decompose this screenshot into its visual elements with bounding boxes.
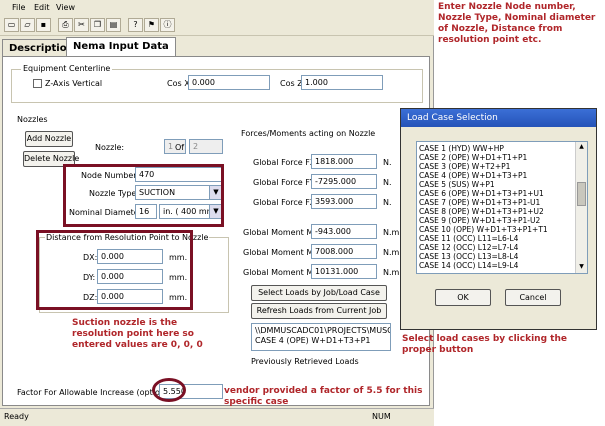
moment-mz-input[interactable]: 10131.000 [311, 264, 377, 279]
list-item[interactable]: CASE 11 (OCC) L11=L6-L4 [419, 234, 518, 243]
select-loads-button[interactable]: Select Loads by Job/Load Case [251, 285, 387, 301]
scroll-up-icon[interactable]: ▲ [577, 143, 586, 152]
help-icon[interactable]: ? [128, 18, 143, 32]
retrieved-loads-path: \\DMMUSCADC01\PROJECTS\MUSCA [255, 326, 391, 335]
list-item[interactable]: CASE 10 (OPE) W+D1+T3+P1+T1 [419, 225, 548, 234]
add-nozzle-button[interactable]: Add Nozzle [25, 131, 73, 147]
forces-title: Forces/Moments acting on Nozzle [241, 129, 376, 138]
force-fy-label: Global Force FY: [253, 178, 317, 187]
moment-my-input[interactable]: 7008.000 [311, 244, 377, 259]
dialog-title: Load Case Selection [401, 109, 596, 127]
menu-file[interactable]: File [12, 3, 25, 12]
list-item[interactable]: CASE 14 (OCC) L14=L9-L4 [419, 261, 518, 270]
of-label: Of [175, 143, 185, 152]
toolbar: ▭ ▱ ▪ ⎙ ✂ ❐ ▤ ? ⚑ ⓘ [0, 16, 434, 36]
scroll-down-icon[interactable]: ▼ [577, 263, 586, 272]
equipment-centerline-title: Equipment Centerline [21, 64, 113, 73]
force-fx-input[interactable]: 1818.000 [311, 154, 377, 169]
save-icon[interactable]: ▪ [36, 18, 51, 32]
cosz-input[interactable]: 1.000 [301, 75, 383, 90]
status-num: NUM [372, 412, 391, 421]
moment-mz-label: Global Moment MZ: [243, 268, 322, 277]
list-item[interactable]: CASE 3 (OPE) W+T2+P1 [419, 162, 510, 171]
annotation-vendor-factor: vendor provided a factor of 5.5 for this… [224, 386, 423, 407]
ok-button[interactable]: OK [435, 289, 491, 306]
menu-edit[interactable]: Edit [34, 3, 50, 12]
factor-highlight [152, 378, 186, 402]
nozzle-count-field: 2 [189, 139, 223, 154]
copy-icon[interactable]: ❐ [90, 18, 105, 32]
menu-bar: File Edit View [0, 0, 434, 16]
load-case-selection-dialog: Load Case Selection CASE 1 (HYD) WW+HP C… [400, 108, 597, 330]
force-fx-unit: N. [383, 158, 392, 167]
list-item[interactable]: CASE 9 (OPE) W+D1+T3+P1-U2 [419, 216, 540, 225]
new-icon[interactable]: ▭ [4, 18, 19, 32]
nozzle-label: Nozzle: [95, 143, 125, 152]
list-scrollbar[interactable]: ▲ ▼ [575, 142, 587, 273]
annotation-select-load-cases: Select load cases by clicking the proper… [402, 334, 567, 355]
cosx-input[interactable]: 0.000 [188, 75, 270, 90]
status-ready: Ready [4, 412, 29, 421]
list-item[interactable]: CASE 4 (OPE) W+D1+T3+P1 [419, 171, 527, 180]
about-icon[interactable]: ⓘ [160, 18, 175, 32]
moment-mx-input[interactable]: -943.000 [311, 224, 377, 239]
distance-highlight [36, 230, 193, 310]
nozzle-details-highlight [63, 164, 224, 227]
list-item[interactable]: CASE 8 (OPE) W+D1+T3+P1+U2 [419, 207, 544, 216]
context-help-icon[interactable]: ⚑ [144, 18, 159, 32]
moment-mx-label: Global Moment MX: [243, 228, 322, 237]
status-bar: Ready NUM [0, 408, 434, 426]
scroll-thumb[interactable] [577, 182, 586, 206]
cut-icon[interactable]: ✂ [74, 18, 89, 32]
open-icon[interactable]: ▱ [20, 18, 35, 32]
refresh-loads-button[interactable]: Refresh Loads from Current Job [251, 303, 387, 319]
annotation-enter-nozzle: Enter Nozzle Node number, Nozzle Type, N… [438, 2, 596, 45]
tab-bar: Description Nema Input Data [0, 37, 434, 57]
zaxis-vertical-checkbox[interactable] [33, 79, 42, 88]
force-fy-unit: N. [383, 178, 392, 187]
list-item[interactable]: CASE 13 (OCC) L13=L8-L4 [419, 252, 518, 261]
nozzles-title: Nozzles [17, 115, 48, 124]
zaxis-vertical-label: Z-Axis Vertical [45, 79, 103, 88]
force-fx-label: Global Force FX: [253, 158, 319, 167]
list-item[interactable]: CASE 6 (OPE) W+D1+T3+P1+U1 [419, 189, 544, 198]
menu-view[interactable]: View [56, 3, 75, 12]
previously-retrieved-label: Previously Retrieved Loads [251, 357, 359, 366]
tab-nema-input-data[interactable]: Nema Input Data [66, 37, 176, 57]
moment-my-label: Global Moment MY: [243, 248, 320, 257]
retrieved-loads-case: CASE 4 (OPE) W+D1+T3+P1 [255, 336, 371, 345]
annotation-suction-nozzle: Suction nozzle is the resolution point h… [72, 318, 203, 350]
force-fz-input[interactable]: 3593.000 [311, 194, 377, 209]
list-item[interactable]: CASE 1 (HYD) WW+HP [419, 144, 504, 153]
list-item[interactable]: CASE 5 (SUS) W+P1 [419, 180, 495, 189]
cancel-button[interactable]: Cancel [505, 289, 561, 306]
list-item[interactable]: CASE 7 (OPE) W+D1+T3+P1-U1 [419, 198, 540, 207]
load-case-list[interactable]: CASE 1 (HYD) WW+HP CASE 2 (OPE) W+D1+T1+… [416, 141, 588, 274]
print-icon[interactable]: ⎙ [58, 18, 73, 32]
list-item[interactable]: CASE 2 (OPE) W+D1+T1+P1 [419, 153, 527, 162]
list-item[interactable]: CASE 12 (OCC) L12=L7-L4 [419, 243, 518, 252]
paste-icon[interactable]: ▤ [106, 18, 121, 32]
force-fz-unit: N. [383, 198, 392, 207]
force-fy-input[interactable]: -7295.000 [311, 174, 377, 189]
force-fz-label: Global Force FZ: [253, 198, 319, 207]
retrieved-loads-box: \\DMMUSCADC01\PROJECTS\MUSCA CASE 4 (OPE… [251, 323, 391, 351]
